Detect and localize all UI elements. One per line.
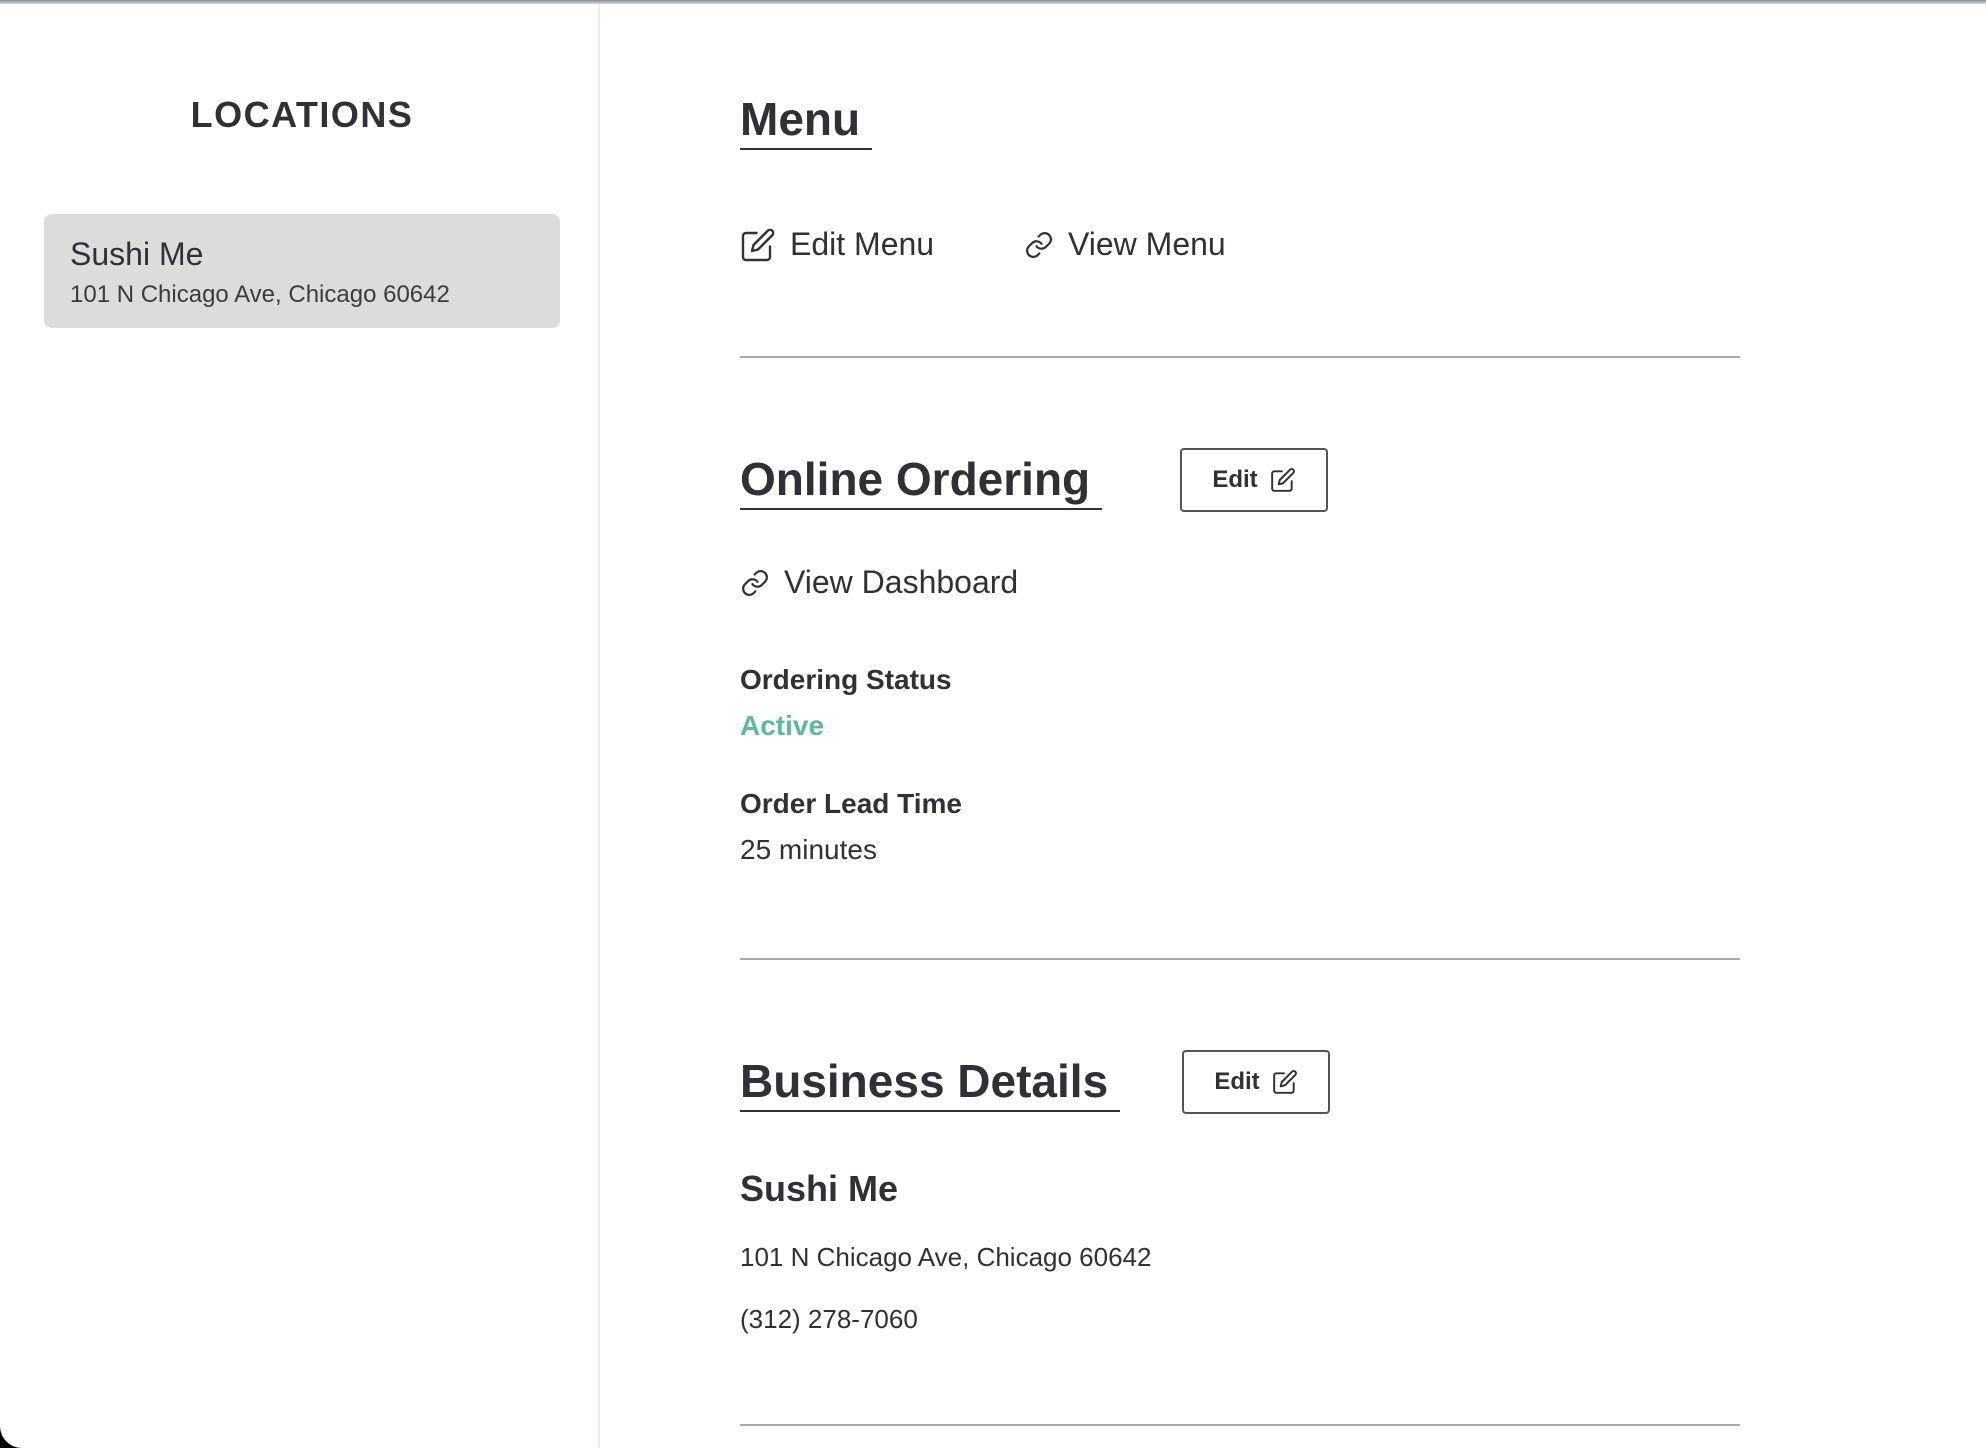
order-lead-time-label: Order Lead Time [740,788,963,819]
edit-button-label: Edit [1212,466,1258,493]
edit-menu-label: Edit Menu [790,226,935,262]
edit-menu-link[interactable]: Edit Menu [740,226,934,263]
location-name: Sushi Me [70,236,204,272]
business-phone: (312) 278-7060 [740,1304,918,1334]
online-ordering-edit-button[interactable]: Edit [1180,448,1328,512]
business-details-heading: Business Details [740,1052,1121,1112]
view-dashboard-label: View Dashboard [784,564,1019,600]
ordering-status-label: Ordering Status [740,664,952,695]
view-menu-link[interactable]: View Menu [1024,226,1226,263]
edit-icon [1270,468,1295,492]
order-lead-time-value: 25 minutes [740,834,877,865]
location-item-selected[interactable]: Sushi Me 101 N Chicago Ave, Chicago 6064… [44,214,560,328]
online-ordering-heading: Online Ordering [740,450,1103,510]
ordering-status-value: Active [740,710,825,741]
location-address: 101 N Chicago Ave, Chicago 60642 [70,281,450,308]
edit-icon [741,228,775,261]
location-details: Menu Edit Menu View Menu Online Ordering… [740,4,1740,1448]
business-details-edit-button[interactable]: Edit [1182,1050,1330,1114]
section-divider [740,1424,1740,1426]
link-icon [742,569,768,596]
view-menu-label: View Menu [1068,226,1226,262]
link-icon [1026,231,1052,258]
app-window: LOCATIONS Sushi Me 101 N Chicago Ave, Ch… [0,0,1986,1448]
section-divider [740,356,1740,358]
edit-button-label: Edit [1214,1068,1260,1095]
sidebar-title: LOCATIONS [190,94,414,135]
menu-heading: Menu [740,90,873,150]
section-divider [740,958,1740,960]
locations-sidebar: LOCATIONS Sushi Me 101 N Chicago Ave, Ch… [0,4,600,1448]
business-name: Sushi Me [740,1168,899,1209]
edit-icon [1272,1070,1297,1094]
business-address: 101 N Chicago Ave, Chicago 60642 [740,1242,1152,1272]
view-dashboard-link[interactable]: View Dashboard [740,564,1018,601]
